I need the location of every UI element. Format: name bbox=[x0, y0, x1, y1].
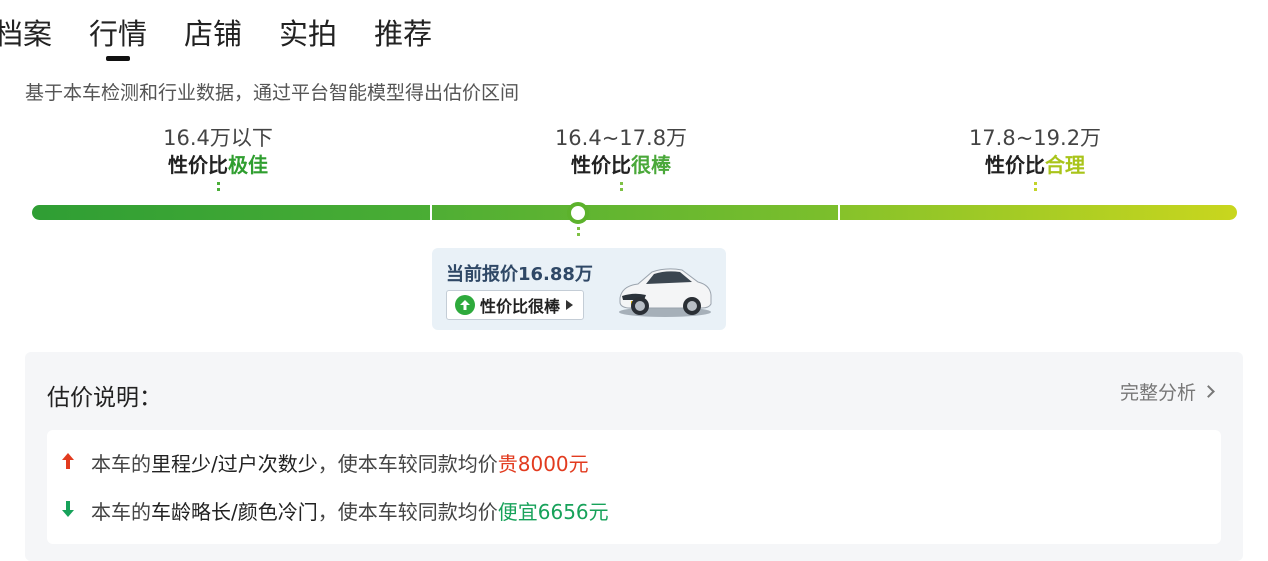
tab-market[interactable]: 行情 bbox=[89, 14, 147, 54]
marker-dots bbox=[577, 227, 580, 239]
estimate-description: 基于本车检测和行业数据，通过平台智能模型得出估价区间 bbox=[25, 82, 520, 104]
current-price-label: 当前报价16.88万 bbox=[446, 264, 593, 285]
tab-store[interactable]: 店铺 bbox=[184, 14, 242, 54]
item-highlight: 车龄略长/颜色冷门 bbox=[151, 500, 318, 524]
play-arrow-icon bbox=[566, 300, 574, 310]
list-item: 本车的 里程少/过户次数少 ，使本车较同款均价 贵8000元 bbox=[61, 448, 589, 477]
item-result: 便宜6656元 bbox=[497, 500, 609, 524]
car-image bbox=[616, 262, 714, 322]
chevron-right-icon bbox=[1202, 385, 1215, 398]
range-low-price: 16.4万以下 bbox=[163, 126, 273, 150]
verdict-word: 合理 bbox=[1045, 153, 1085, 177]
current-price-marker bbox=[567, 202, 589, 224]
arrow-up-circle-icon bbox=[455, 295, 475, 315]
range-low-dots bbox=[216, 182, 220, 192]
range-mid-dots bbox=[619, 182, 623, 192]
bar-segment-mid bbox=[430, 205, 838, 220]
verdict-prefix: 性价比 bbox=[985, 153, 1045, 177]
tab-bar: 档案 行情 店铺 实拍 推荐 bbox=[0, 14, 469, 54]
range-low: 16.4万以下 性价比极佳 bbox=[88, 124, 348, 192]
bar-segment-low bbox=[32, 205, 430, 220]
full-analysis-link[interactable]: 完整分析 bbox=[1119, 378, 1215, 405]
panel-title: 估价说明： bbox=[47, 385, 162, 411]
range-high-verdict: 性价比合理 bbox=[905, 152, 1165, 178]
value-badge[interactable]: 性价比很棒 bbox=[446, 290, 585, 320]
value-badge-label: 性价比很棒 bbox=[480, 297, 561, 316]
arrow-up-icon bbox=[61, 451, 75, 475]
verdict-prefix: 性价比 bbox=[168, 153, 228, 177]
range-mid-verdict: 性价比很棒 bbox=[491, 152, 751, 178]
tab-recommend[interactable]: 推荐 bbox=[374, 14, 432, 54]
range-high: 17.8~19.2万 性价比合理 bbox=[905, 124, 1165, 192]
range-mid: 16.4~17.8万 性价比很棒 bbox=[491, 124, 751, 192]
item-middle: ，使本车较同款均价 bbox=[317, 500, 498, 524]
verdict-word: 很棒 bbox=[631, 153, 671, 177]
price-range-bar bbox=[32, 205, 1237, 220]
full-analysis-label: 完整分析 bbox=[1119, 382, 1196, 404]
item-prefix: 本车的 bbox=[91, 500, 151, 524]
list-item: 本车的 车龄略长/颜色冷门 ，使本车较同款均价 便宜6656元 bbox=[61, 496, 609, 525]
bar-segment-high bbox=[838, 205, 1237, 220]
range-low-verdict: 性价比极佳 bbox=[88, 152, 348, 178]
explanation-list: 本车的 里程少/过户次数少 ，使本车较同款均价 贵8000元 本车的 车龄略长/颜色冷门… bbox=[47, 430, 1221, 544]
range-high-price: 17.8~19.2万 bbox=[968, 126, 1102, 150]
item-highlight: 里程少/过户次数少 bbox=[151, 452, 318, 476]
range-high-dots bbox=[1033, 182, 1037, 192]
estimate-explanation-panel: 估价说明： 完整分析 本车的 里程少/过户次数少 ，使本车较同款均价 贵8000元 本… bbox=[25, 352, 1243, 561]
verdict-word: 极佳 bbox=[228, 153, 268, 177]
item-result: 贵8000元 bbox=[497, 452, 589, 476]
current-price-card: 当前报价16.88万 性价比很棒 bbox=[432, 248, 726, 330]
verdict-prefix: 性价比 bbox=[571, 153, 631, 177]
range-mid-price: 16.4~17.8万 bbox=[554, 126, 688, 150]
item-middle: ，使本车较同款均价 bbox=[317, 452, 498, 476]
arrow-down-icon bbox=[61, 499, 75, 523]
tab-photos[interactable]: 实拍 bbox=[279, 14, 337, 54]
item-prefix: 本车的 bbox=[91, 452, 151, 476]
tab-archive[interactable]: 档案 bbox=[0, 14, 52, 54]
